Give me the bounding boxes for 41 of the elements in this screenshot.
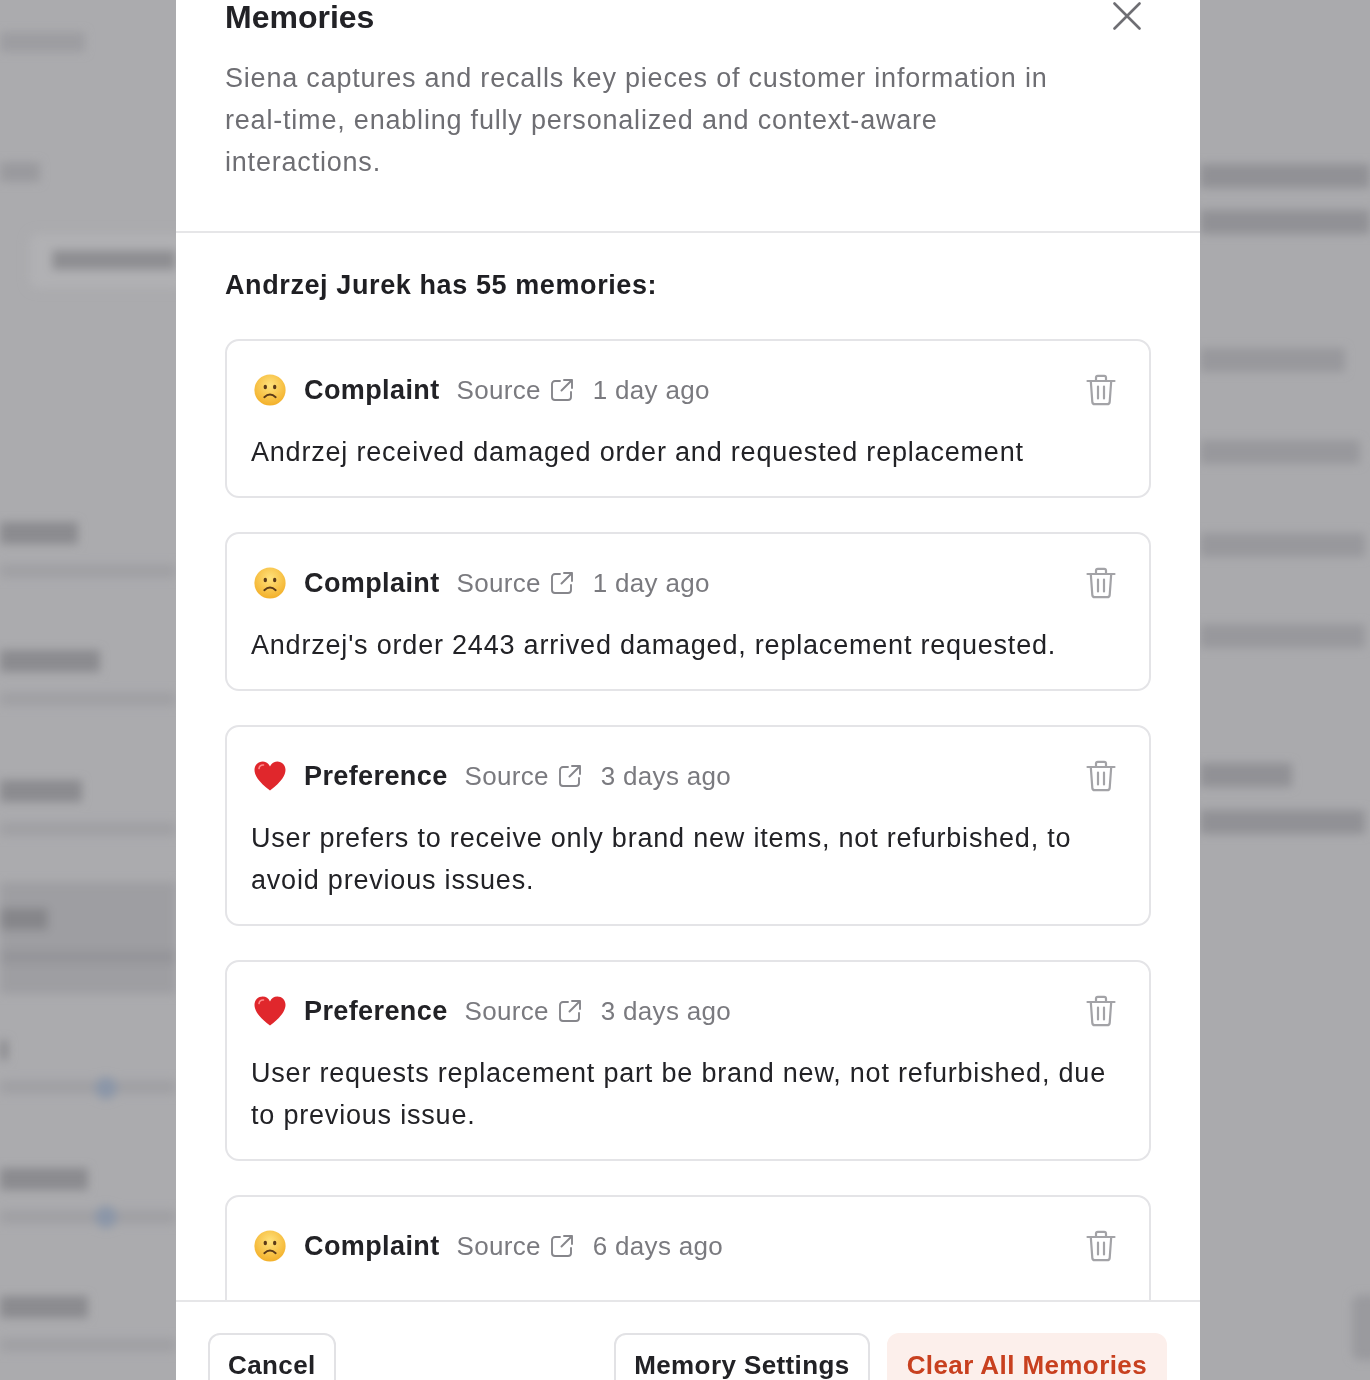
clear-all-button[interactable]: Clear All Memories xyxy=(886,1333,1167,1380)
heart-icon xyxy=(254,996,286,1026)
frowning-face-icon xyxy=(254,374,286,406)
memory-text: Andrzej received damaged order and requested replacement xyxy=(251,436,1025,469)
source-link[interactable]: Source xyxy=(456,374,573,406)
memory-type: Complaint xyxy=(304,567,440,599)
close-icon[interactable] xyxy=(1113,2,1141,30)
memory-time: 3 days ago xyxy=(600,760,731,792)
memory-time: 1 day ago xyxy=(592,567,710,599)
trash-icon[interactable] xyxy=(1086,374,1116,406)
dialog-button[interactable]: Cancel xyxy=(208,1333,336,1380)
memory-type: Complaint xyxy=(304,1230,440,1262)
trash-icon[interactable] xyxy=(1086,995,1116,1027)
memory-text: User prefers to receive only brand new items, not refurbished, to avoid previous issues. xyxy=(251,822,1073,897)
memories-count-heading: Andrzej Jurek has 55 memories: xyxy=(225,269,659,302)
memory-text: User requests replacement part be brand new, not refurbished, due to previous issue. xyxy=(251,1057,1107,1132)
external-link-icon xyxy=(550,572,573,594)
frowning-face-icon xyxy=(254,567,286,599)
memory-time: 1 day ago xyxy=(592,374,710,406)
memory-time: 6 days ago xyxy=(592,1230,723,1262)
dialog-button[interactable]: Memory Settings xyxy=(614,1333,870,1380)
trash-icon[interactable] xyxy=(1086,1230,1116,1262)
dialog-title: Memories xyxy=(225,0,375,34)
external-link-icon xyxy=(558,765,581,787)
memory-text: Andrzej's order 2443 arrived damaged, replacement requested. xyxy=(251,629,1058,662)
memory-time: 3 days ago xyxy=(600,995,731,1027)
source-link[interactable]: Source xyxy=(464,760,581,792)
memory-type: Complaint xyxy=(304,374,440,406)
memory-type: Preference xyxy=(304,995,448,1027)
source-link[interactable]: Source xyxy=(464,995,581,1027)
heart-icon xyxy=(254,761,286,791)
memory-type: Preference xyxy=(304,760,448,792)
external-link-icon xyxy=(558,1000,581,1022)
external-link-icon xyxy=(550,379,573,401)
source-link[interactable]: Source xyxy=(456,567,573,599)
external-link-icon xyxy=(550,1235,573,1257)
source-link[interactable]: Source xyxy=(456,1230,573,1262)
frowning-face-icon xyxy=(254,1230,286,1262)
dialog-description: Siena captures and recalls key pieces of customer information in real-time, enabling fully personalized and context-aware interactions. xyxy=(225,62,1049,179)
trash-icon[interactable] xyxy=(1086,760,1116,792)
trash-icon[interactable] xyxy=(1086,567,1116,599)
